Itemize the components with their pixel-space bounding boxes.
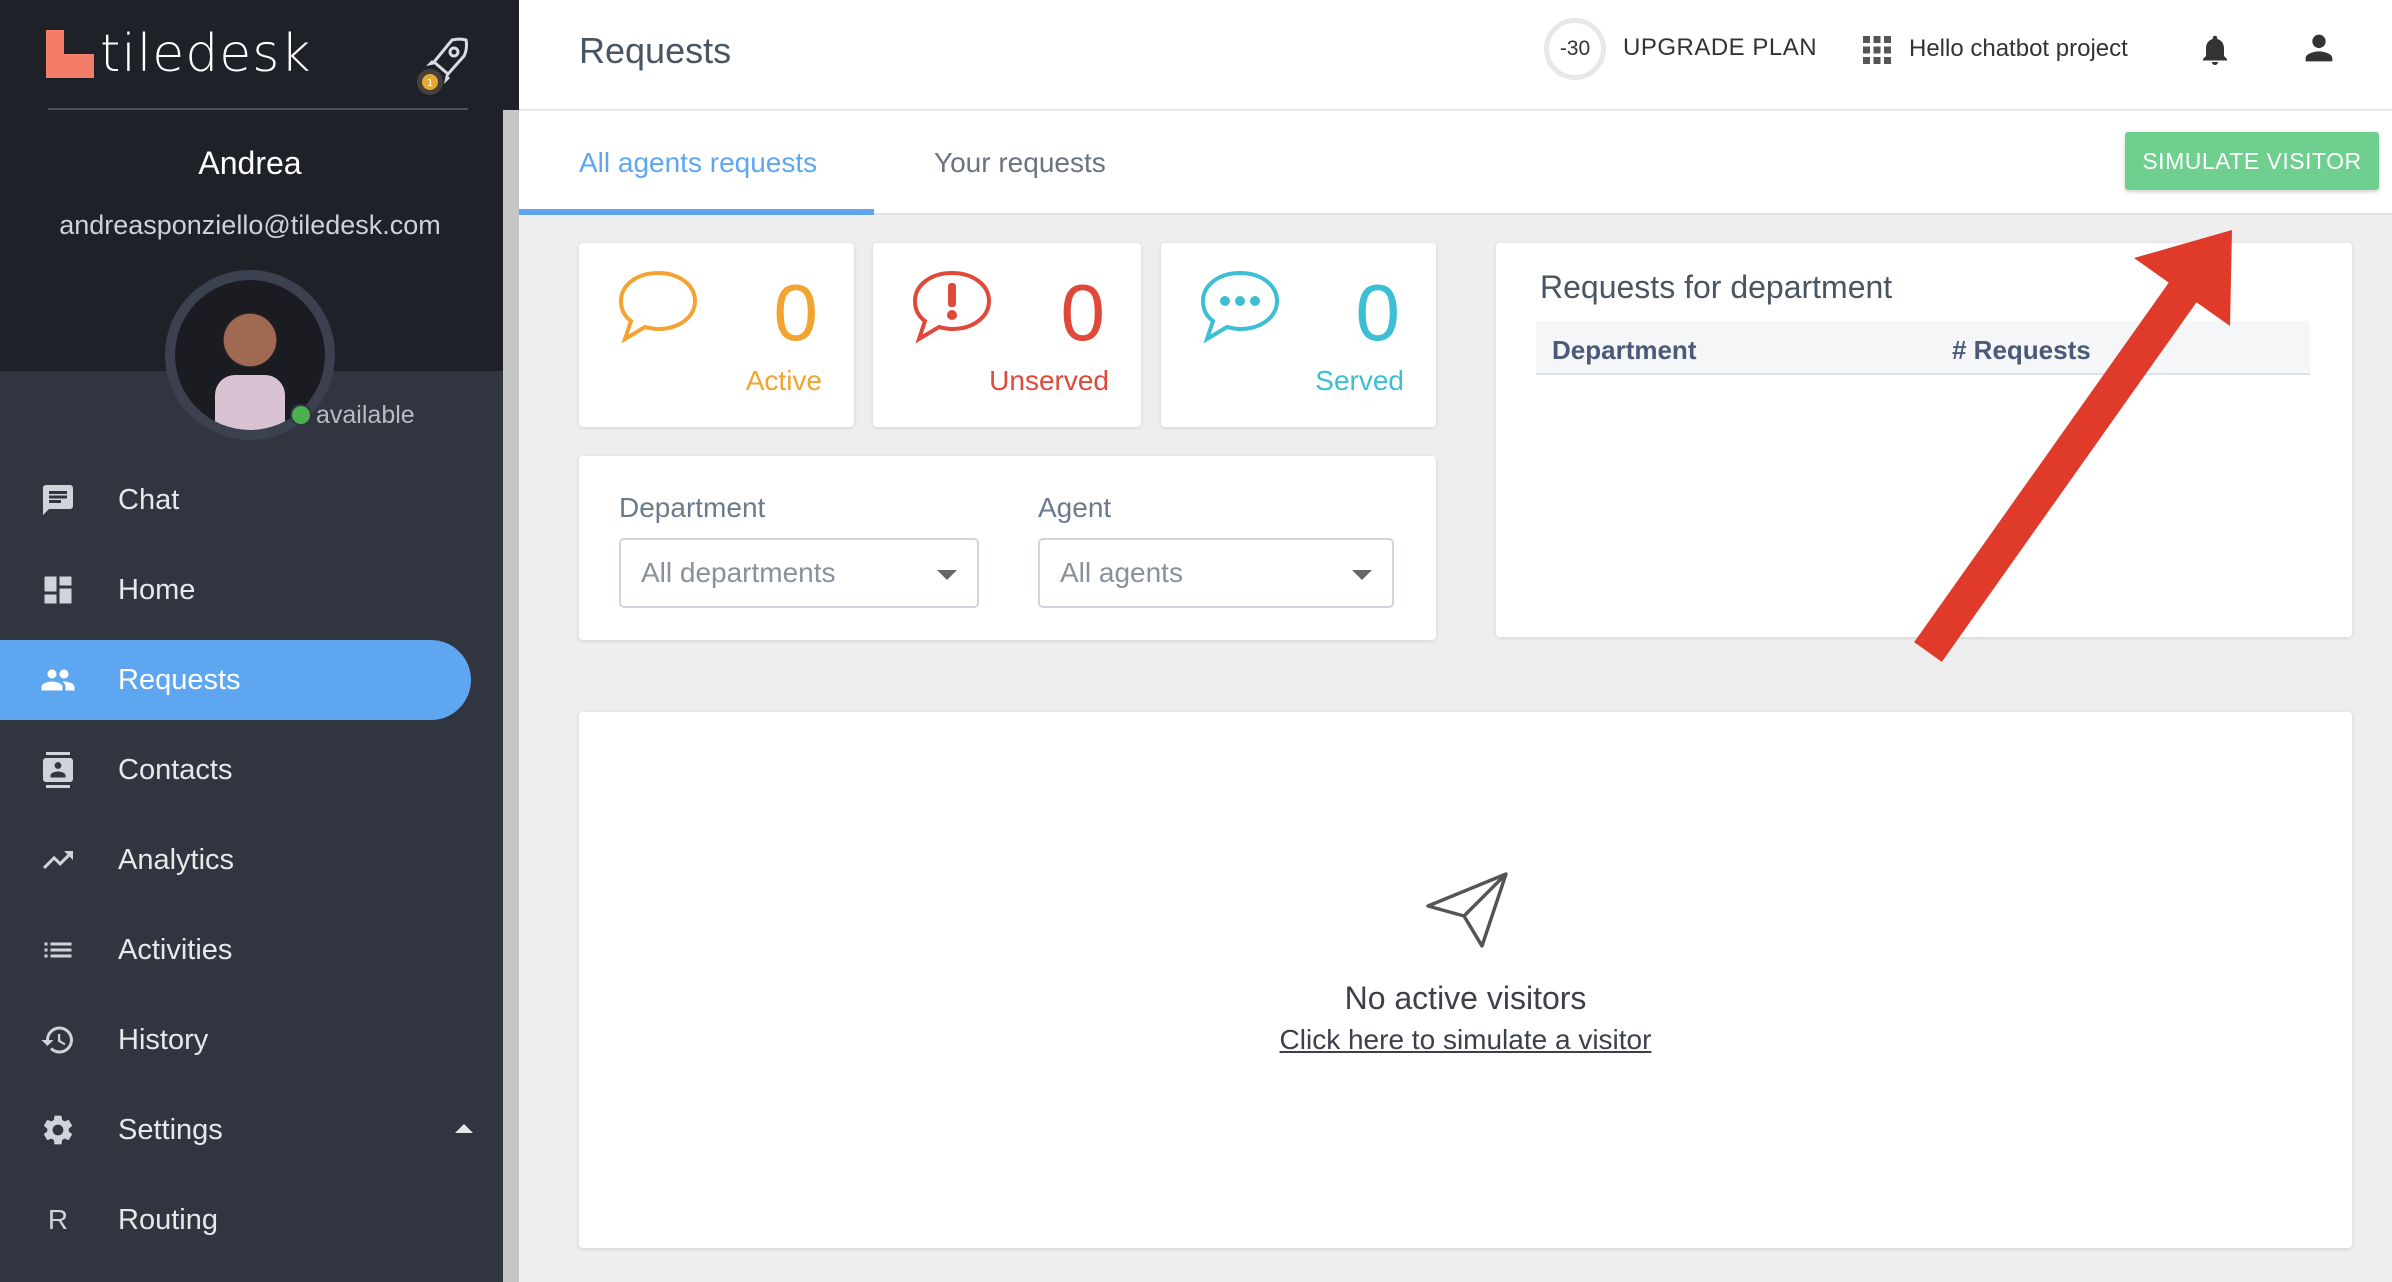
- active-tab-indicator: [519, 209, 874, 215]
- unserved-requests-card[interactable]: 0 Unserved: [873, 243, 1141, 427]
- department-select[interactable]: All departments: [619, 538, 979, 608]
- sidebar-item-routing[interactable]: R Routing: [0, 1180, 503, 1260]
- logo-divider: [48, 108, 468, 110]
- paper-plane-icon: [1426, 872, 1508, 948]
- dropdown-arrow-icon: [937, 570, 957, 580]
- sidebar-scrollbar[interactable]: [503, 110, 519, 1282]
- routing-letter-icon: R: [47, 1204, 69, 1235]
- typing-bubble-icon: [1200, 270, 1280, 344]
- unserved-label: Unserved: [989, 365, 1109, 396]
- agent-select[interactable]: All agents: [1038, 538, 1394, 608]
- simulate-visitor-link-text[interactable]: Click here to simulate a visitor: [1280, 1024, 1652, 1055]
- availability-dot-icon: [290, 404, 312, 426]
- sidebar-item-label: Home: [118, 573, 196, 606]
- tiledesk-logo[interactable]: tiledesk: [46, 24, 312, 84]
- sidebar-item-contacts[interactable]: Contacts: [0, 730, 503, 810]
- sidebar-item-label: Activities: [118, 933, 233, 966]
- department-filter-label: Department: [619, 492, 766, 523]
- gear-icon: [40, 1112, 76, 1148]
- sidebar-item-label: Routing: [118, 1203, 218, 1236]
- sidebar-item-activities[interactable]: Activities: [0, 910, 503, 990]
- active-count: 0: [773, 268, 819, 357]
- unserved-count: 0: [1060, 268, 1106, 357]
- department-panel-title: Requests for department: [1540, 269, 1893, 305]
- chat-icon: [40, 482, 76, 518]
- sidebar-item-requests[interactable]: Requests: [0, 640, 471, 720]
- requests-by-department-card: Requests for department Department # Req…: [1496, 243, 2352, 637]
- department-table-header: Department # Requests: [1536, 321, 2310, 375]
- simulate-visitor-link: Click here to simulate a visitor: [579, 1024, 2352, 1056]
- sidebar-item-home[interactable]: Home: [0, 550, 503, 630]
- top-bar: Requests -30 UPGRADE PLAN Hello chatbot …: [519, 0, 2392, 110]
- sidebar-item-analytics[interactable]: Analytics: [0, 820, 503, 900]
- apps-grid-icon[interactable]: [1863, 36, 1891, 64]
- history-icon: [40, 1022, 76, 1058]
- caret-up-icon[interactable]: [455, 1124, 473, 1133]
- trending-up-icon: [40, 842, 76, 878]
- user-name: Andrea: [198, 145, 302, 181]
- people-icon: [40, 662, 76, 698]
- contacts-icon: [40, 752, 76, 788]
- page-title: Requests: [579, 30, 732, 71]
- rocket-icon[interactable]: 1: [412, 34, 470, 96]
- tab-bar: All agents requests Your requests SIMULA…: [519, 111, 2392, 215]
- chat-bubble-icon: [618, 270, 698, 344]
- sidebar-item-label: History: [118, 1023, 209, 1056]
- logo-text: tiledesk: [100, 24, 312, 84]
- upgrade-plan-link[interactable]: UPGRADE PLAN: [1623, 34, 1817, 62]
- sidebar-item-settings[interactable]: Settings: [0, 1090, 503, 1170]
- logo-mark-icon: [46, 30, 94, 78]
- served-requests-card[interactable]: 0 Served: [1161, 243, 1436, 427]
- agent-select-value: All agents: [1060, 557, 1183, 588]
- empty-state-card: No active visitors Click here to simulat…: [579, 712, 2352, 1248]
- sidebar-nav: Chat Home Requests Contacts Analytics Ac…: [0, 460, 503, 1270]
- column-requests: # Requests: [1952, 335, 2091, 365]
- dropdown-arrow-icon: [1352, 570, 1372, 580]
- active-requests-card[interactable]: 0 Active: [579, 243, 854, 427]
- sidebar-item-label: Settings: [118, 1113, 223, 1146]
- user-account-icon[interactable]: [2299, 28, 2339, 68]
- sidebar-item-label: Chat: [118, 483, 180, 516]
- sidebar-item-label: Contacts: [118, 753, 233, 786]
- sidebar-item-chat[interactable]: Chat: [0, 460, 503, 540]
- served-count: 0: [1355, 268, 1401, 357]
- filters-card: Department All departments Agent All age…: [579, 456, 1436, 640]
- sidebar-item-label: Requests: [118, 663, 241, 696]
- svg-text:1: 1: [427, 78, 433, 89]
- department-select-value: All departments: [641, 557, 836, 588]
- project-selector[interactable]: Hello chatbot project: [1909, 35, 2128, 63]
- tab-your-requests[interactable]: Your requests: [934, 147, 1106, 179]
- list-icon: [40, 932, 76, 968]
- alert-bubble-icon: [912, 270, 992, 344]
- trial-days-badge[interactable]: -30: [1544, 18, 1606, 80]
- empty-state-title: No active visitors: [1344, 980, 1587, 1016]
- availability-status[interactable]: available: [316, 401, 415, 430]
- sidebar-item-history[interactable]: History: [0, 1000, 503, 1080]
- sidebar-item-label: Analytics: [118, 843, 235, 876]
- dashboard-icon: [40, 572, 76, 608]
- agent-filter-label: Agent: [1038, 492, 1112, 523]
- simulate-visitor-button[interactable]: SIMULATE VISITOR: [2125, 132, 2379, 190]
- bell-icon[interactable]: [2197, 30, 2233, 70]
- active-label: Active: [745, 365, 822, 396]
- tab-all-agents-requests[interactable]: All agents requests: [579, 147, 817, 179]
- served-label: Served: [1315, 365, 1404, 396]
- sidebar: tiledesk 1 Andrea andreasponziello@tiled…: [0, 0, 519, 1282]
- user-email: andreasponziello@tiledesk.com: [59, 210, 441, 240]
- column-department: Department: [1552, 335, 1697, 365]
